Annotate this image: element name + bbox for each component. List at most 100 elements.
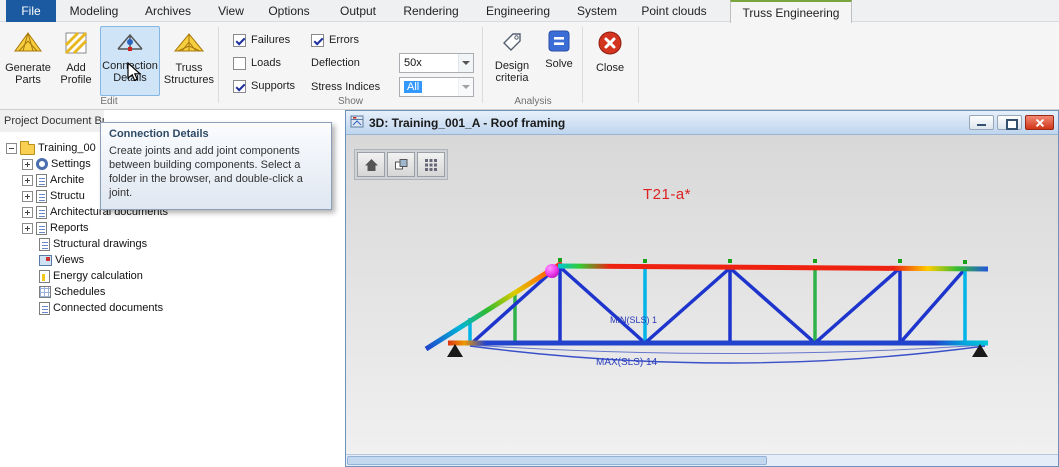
horizontal-scrollbar[interactable]	[346, 454, 1058, 466]
design-criteria-button[interactable]: Design criteria	[486, 26, 538, 96]
deflection-label: Deflection	[311, 53, 360, 73]
viewport-toolbar	[354, 149, 448, 180]
tooltip-title: Connection Details	[109, 128, 323, 140]
scrollbar-thumb[interactable]	[347, 456, 767, 465]
minimize-icon[interactable]	[969, 115, 994, 130]
tree-item-energy-calculation[interactable]: Energy calculation	[0, 268, 345, 284]
expand-icon[interactable]	[22, 223, 33, 234]
generate-parts-button[interactable]: Generate Parts	[4, 26, 52, 96]
solve-label: Solve	[545, 58, 573, 70]
document-icon	[36, 190, 47, 203]
truss-web-members	[470, 266, 965, 343]
tab-truss-engineering[interactable]: Truss Engineering	[730, 0, 852, 23]
edit-group-label: Edit	[0, 96, 218, 107]
tree-item-label: Settings	[51, 158, 91, 170]
3d-viewport-canvas[interactable]: T21-a* MIN(SLS) 1 MAX(SLS) 14	[346, 135, 1058, 454]
tree-item-structural-drawings[interactable]: Structural drawings	[0, 236, 345, 252]
tree-item-label: Schedules	[54, 286, 105, 298]
tree-item-label: Structu	[50, 190, 85, 202]
window-title-bar[interactable]: 3D: Training_001_A - Roof framing	[346, 111, 1058, 135]
tab-archives[interactable]: Archives	[136, 0, 200, 22]
supports-checkbox-box[interactable]	[233, 80, 246, 93]
failures-checkbox[interactable]: Failures	[233, 32, 290, 48]
house-view-icon[interactable]	[357, 152, 385, 177]
document-icon	[36, 206, 47, 219]
stress-indices-value: All	[404, 81, 422, 93]
truss-rafter-chord	[426, 263, 562, 349]
expand-icon[interactable]	[22, 175, 33, 186]
deflection-curve-max	[470, 346, 985, 363]
node-markers	[558, 258, 967, 264]
group-separator	[582, 27, 583, 103]
show-group-label: Show	[219, 96, 482, 107]
tab-rendering[interactable]: Rendering	[396, 0, 466, 22]
failures-checkbox-label: Failures	[251, 34, 290, 46]
tab-modeling[interactable]: Modeling	[62, 0, 126, 22]
panel-title: Project Document Browser	[0, 110, 104, 132]
expand-icon[interactable]	[22, 207, 33, 218]
schedule-grid-icon	[39, 286, 51, 298]
tab-view[interactable]: View	[208, 0, 254, 22]
selected-joint-node[interactable]	[545, 264, 559, 278]
stress-indices-label: Stress Indices	[311, 77, 380, 97]
tab-point-clouds[interactable]: Point clouds	[634, 0, 714, 22]
equals-icon	[548, 30, 570, 55]
supports-checkbox[interactable]: Supports	[233, 78, 295, 94]
support-left-icon	[447, 344, 463, 357]
deflection-dropdown[interactable]: 50x	[399, 53, 474, 73]
joint-icon	[116, 30, 144, 57]
folder-open-icon	[20, 144, 35, 155]
mouse-cursor	[127, 62, 142, 88]
tab-options[interactable]: Options	[258, 0, 320, 22]
add-profile-label: Add Profile	[55, 62, 97, 86]
loads-checkbox-box[interactable]	[233, 57, 246, 70]
profile-icon	[63, 30, 89, 59]
report-icon	[36, 222, 47, 235]
restore-icon[interactable]	[997, 115, 1022, 130]
add-profile-button[interactable]: Add Profile	[54, 26, 98, 96]
analysis-group-label: Analysis	[484, 96, 582, 107]
expand-icon[interactable]	[22, 159, 33, 170]
solve-button[interactable]: Solve	[540, 26, 578, 96]
close-icon[interactable]	[1025, 115, 1054, 130]
grid-view-icon[interactable]	[417, 152, 445, 177]
tab-output[interactable]: Output	[328, 0, 388, 22]
min-sls-annotation: MIN(SLS) 1	[610, 315, 657, 325]
max-sls-annotation: MAX(SLS) 14	[596, 357, 657, 368]
connection-details-tooltip: Connection Details Create joints and add…	[100, 122, 332, 210]
gear-icon	[36, 158, 48, 170]
view-icon	[39, 255, 52, 266]
tab-engineering[interactable]: Engineering	[478, 0, 558, 22]
close-ribbon-label: Close	[596, 62, 624, 74]
group-separator	[218, 27, 219, 103]
chevron-down-icon[interactable]	[458, 78, 473, 96]
3d-window-icon	[350, 114, 364, 131]
tree-item-schedules[interactable]: Schedules	[0, 284, 345, 300]
generate-parts-label: Generate Parts	[5, 62, 51, 86]
tree-item-label: Connected documents	[53, 302, 163, 314]
tab-system[interactable]: System	[568, 0, 626, 22]
plane-view-icon[interactable]	[387, 152, 415, 177]
close-ribbon-button[interactable]: Close	[588, 26, 632, 96]
failures-checkbox-box[interactable]	[233, 34, 246, 47]
tree-item-reports[interactable]: Reports	[0, 220, 345, 236]
loads-checkbox[interactable]: Loads	[233, 55, 281, 71]
tree-item-label: Reports	[50, 222, 89, 234]
chevron-down-icon[interactable]	[458, 54, 473, 72]
truss-drawing	[346, 135, 1058, 454]
truss-icon	[13, 30, 43, 59]
group-separator	[638, 27, 639, 103]
loads-checkbox-label: Loads	[251, 57, 281, 69]
tree-item-connected-documents[interactable]: Connected documents	[0, 300, 345, 316]
tooltip-body: Create joints and add joint components b…	[109, 144, 323, 200]
tree-item-label: Archite	[50, 174, 84, 186]
stress-indices-dropdown[interactable]: All	[399, 77, 474, 97]
expand-icon[interactable]	[22, 191, 33, 202]
errors-checkbox[interactable]: Errors	[311, 32, 359, 48]
truss-structures-label: Truss Structures	[163, 62, 215, 86]
truss-structures-button[interactable]: Truss Structures	[162, 26, 216, 96]
tab-file[interactable]: File	[6, 0, 56, 22]
collapse-icon[interactable]	[6, 143, 17, 154]
tree-item-views[interactable]: Views	[0, 252, 345, 268]
errors-checkbox-box[interactable]	[311, 34, 324, 47]
